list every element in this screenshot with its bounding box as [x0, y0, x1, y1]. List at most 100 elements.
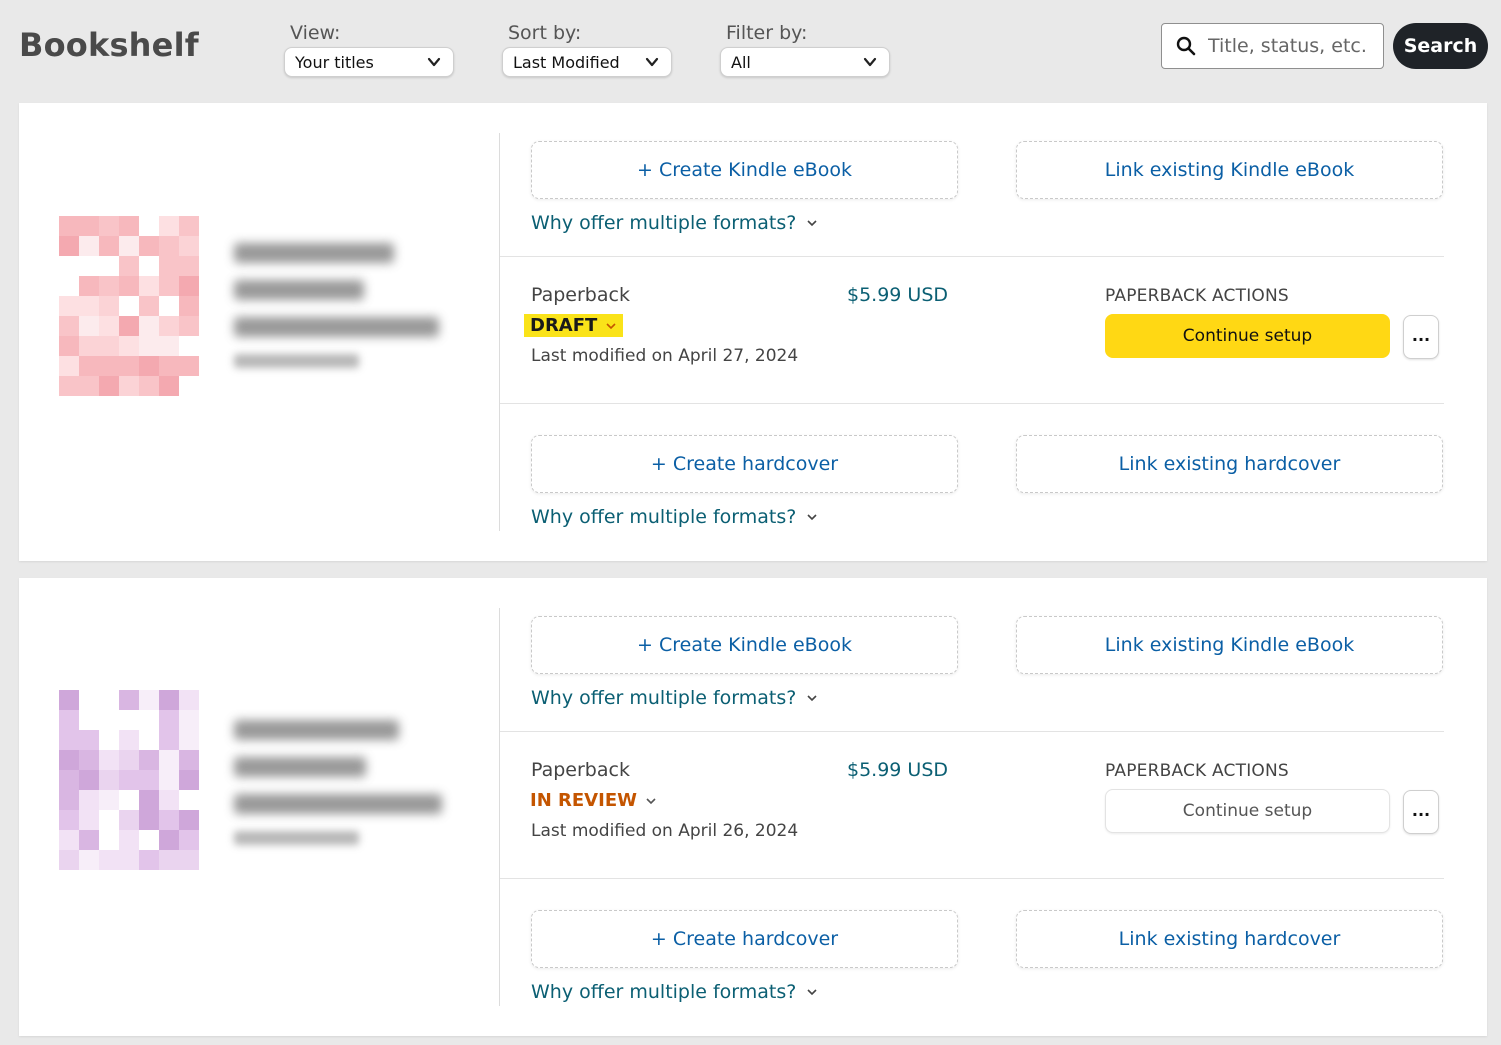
cover-pixel: [159, 296, 179, 316]
continue-setup-button[interactable]: Continue setup: [1105, 314, 1390, 358]
search-box[interactable]: [1161, 23, 1384, 69]
cover-pixel: [119, 236, 139, 256]
cover-pixel: [159, 750, 179, 770]
cover-pixel: [159, 216, 179, 236]
cover-pixel: [179, 356, 199, 376]
cover-pixel: [59, 710, 79, 730]
cover-pixel: [139, 850, 159, 870]
cover-pixel: [59, 790, 79, 810]
more-actions-button[interactable]: ...: [1403, 790, 1439, 834]
why-link-label: Why offer multiple formats?: [531, 212, 797, 234]
cover-pixel: [119, 356, 139, 376]
link-hardcover-button[interactable]: Link existing hardcover: [1016, 435, 1443, 493]
more-actions-button[interactable]: ...: [1403, 315, 1439, 359]
link-kindle-ebook-button[interactable]: Link existing Kindle eBook: [1016, 141, 1443, 199]
chevron-down-icon: [646, 797, 656, 804]
continue-setup-button[interactable]: Continue setup: [1105, 789, 1390, 833]
cover-pixel: [179, 850, 199, 870]
price: $5.99 USD: [847, 284, 949, 306]
cover-pixel: [159, 236, 179, 256]
search-icon: [1176, 36, 1196, 56]
cover-pixel: [179, 296, 199, 316]
cover-pixel: [179, 256, 199, 276]
create-kindle-ebook-button[interactable]: + Create Kindle eBook: [531, 141, 958, 199]
cover-pixel: [99, 356, 119, 376]
view-select-value: Your titles: [295, 52, 374, 72]
cover-pixel: [119, 690, 139, 710]
cover-pixel: [59, 236, 79, 256]
cover-pixel: [179, 750, 199, 770]
cover-pixel: [99, 850, 119, 870]
status-filter: Filter by: All: [720, 22, 890, 77]
sort-filter: Sort by: Last Modified: [502, 22, 672, 77]
cover-pixel: [79, 810, 99, 830]
why-link-label: Why offer multiple formats?: [531, 687, 797, 709]
search-input[interactable]: [1206, 34, 1380, 58]
book-title-blurred: [234, 243, 439, 368]
cover-pixel: [79, 356, 99, 376]
why-multiple-formats-link[interactable]: Why offer multiple formats?: [531, 506, 818, 528]
link-hardcover-button[interactable]: Link existing hardcover: [1016, 910, 1443, 968]
cover-pixel: [179, 316, 199, 336]
cover-pixel: [59, 690, 79, 710]
cover-pixel: [119, 730, 139, 750]
cover-pixel: [139, 256, 159, 276]
cover-pixel: [119, 810, 139, 830]
cover-pixel: [79, 730, 99, 750]
cover-pixel: [59, 850, 79, 870]
cover-pixel: [139, 750, 159, 770]
cover-pixel: [59, 216, 79, 236]
cover-pixel: [119, 830, 139, 850]
chevron-down-icon: [807, 514, 817, 521]
cover-pixel: [99, 830, 119, 850]
filter-select[interactable]: All: [720, 47, 890, 77]
cover-pixel: [119, 256, 139, 276]
cover-pixel: [179, 770, 199, 790]
cover-pixel: [159, 336, 179, 356]
cover-pixel: [79, 336, 99, 356]
why-multiple-formats-link[interactable]: Why offer multiple formats?: [531, 981, 818, 1003]
create-hardcover-button[interactable]: + Create hardcover: [531, 910, 958, 968]
status-badge[interactable]: IN REVIEW: [524, 789, 663, 812]
link-kindle-ebook-button[interactable]: Link existing Kindle eBook: [1016, 616, 1443, 674]
sort-select[interactable]: Last Modified: [502, 47, 672, 77]
paperback-actions-label: PAPERBACK ACTIONS: [1105, 286, 1289, 306]
why-multiple-formats-link[interactable]: Why offer multiple formats?: [531, 687, 818, 709]
cover-pixel: [159, 316, 179, 336]
chevron-down-icon: [807, 695, 817, 702]
section-divider: [500, 878, 1444, 879]
cover-pixel: [79, 296, 99, 316]
cover-pixel: [79, 376, 99, 396]
cover-pixel: [79, 690, 99, 710]
cover-pixel: [139, 830, 159, 850]
cover-pixel: [159, 810, 179, 830]
cover-pixel: [79, 850, 99, 870]
cover-pixel: [159, 850, 179, 870]
cover-pixel: [139, 770, 159, 790]
cover-pixel: [59, 376, 79, 396]
cover-pixel: [79, 256, 99, 276]
book-cover: [59, 216, 203, 396]
column-divider: [499, 133, 500, 531]
cover-pixel: [159, 356, 179, 376]
view-select[interactable]: Your titles: [284, 47, 454, 77]
cover-pixel: [99, 690, 119, 710]
search-button[interactable]: Search: [1393, 23, 1488, 69]
cover-pixel: [139, 690, 159, 710]
cover-pixel: [59, 750, 79, 770]
cover-pixel: [99, 336, 119, 356]
cover-pixel: [59, 256, 79, 276]
create-kindle-ebook-button[interactable]: + Create Kindle eBook: [531, 616, 958, 674]
book-card: + Create Kindle eBook Link existing Kind…: [19, 103, 1487, 561]
cover-pixel: [79, 236, 99, 256]
create-hardcover-button[interactable]: + Create hardcover: [531, 435, 958, 493]
status-label: IN REVIEW: [530, 790, 637, 811]
status-badge[interactable]: DRAFT: [524, 314, 624, 337]
why-multiple-formats-link[interactable]: Why offer multiple formats?: [531, 212, 818, 234]
status-label: DRAFT: [530, 315, 598, 336]
view-label: View:: [290, 22, 341, 44]
filter-label: Filter by:: [726, 22, 808, 44]
chevron-down-icon: [645, 57, 659, 67]
cover-pixel: [79, 790, 99, 810]
cover-pixel: [99, 750, 119, 770]
